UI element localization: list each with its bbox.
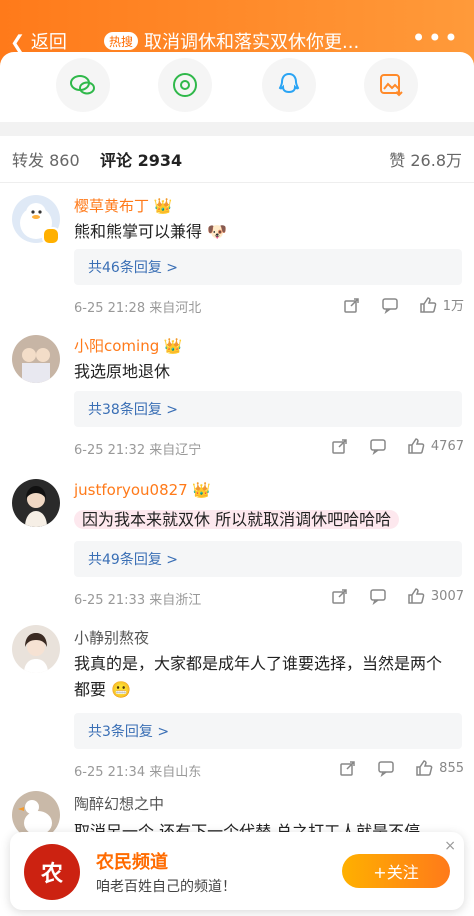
image-save-icon [380, 74, 403, 97]
share-icon [332, 439, 347, 454]
share-moments-button[interactable] [158, 58, 212, 112]
couple-photo-avatar-icon [22, 348, 50, 383]
like-count: 855 [439, 760, 464, 776]
avatar[interactable] [12, 479, 60, 527]
tab-repost[interactable]: 转发 860 [12, 147, 80, 171]
avatar[interactable] [12, 625, 60, 673]
share-icon [340, 761, 355, 776]
thumbs-up-icon [419, 296, 437, 313]
wechat-icon [70, 75, 95, 95]
comment-actions: 1万 [343, 295, 464, 314]
comment-author[interactable]: justforyou0827 👑 [74, 481, 212, 499]
reply-button[interactable] [377, 759, 395, 777]
thumbs-up-icon [408, 588, 425, 604]
comment-icon [370, 589, 386, 605]
author-name: 小静别熬夜 [74, 629, 150, 647]
comment-item: 小静别熬夜 我真的是，大家都是成年人了谁要选择，当然是两个都要 😬 共3条回复 … [0, 615, 474, 785]
replies-button[interactable]: 共46条回复 > [74, 249, 462, 285]
hot-badge: 热搜 [104, 32, 139, 50]
comment-actions: 4767 [331, 437, 464, 455]
comment-actions: 3007 [331, 587, 464, 605]
comment-author[interactable]: 陶醉幻想之中 [74, 793, 164, 814]
comment-item: justforyou0827 👑 因为我本来就双休 所以就取消调休吧哈哈哈 共4… [0, 469, 474, 615]
channel-promo-card[interactable]: 农 农民频道 咱老百姓自己的频道！ +关注 × [10, 832, 464, 910]
girl-photo-avatar-icon [24, 633, 48, 673]
comment-meta: 6-25 21:33 来自浙江 [74, 593, 202, 608]
replies-button[interactable]: 共38条回复 > [74, 391, 462, 427]
channel-logo: 农 [24, 844, 80, 900]
comment-meta: 6-25 21:28 来自河北 [74, 301, 202, 316]
share-button[interactable] [331, 437, 349, 455]
comment-item: 樱草黄布丁 👑 熊和熊掌可以兼得 🐶 共46条回复 > 6-25 21:28 来… [0, 183, 474, 323]
channel-name: 农民频道 [96, 852, 168, 873]
comment-author[interactable]: 樱草黄布丁 👑 [74, 195, 173, 216]
chevron-left-icon: ❮ [10, 32, 26, 53]
follow-button[interactable]: +关注 [342, 854, 450, 888]
reply-button[interactable] [369, 437, 387, 455]
hot-search-title[interactable]: 热搜 取消调休和落实双休你更... [104, 28, 359, 54]
reply-button[interactable] [381, 296, 399, 314]
share-icon [332, 589, 347, 604]
crown-icon: 👑 [192, 481, 212, 499]
replies-button[interactable]: 共49条回复 > [74, 541, 462, 577]
comment-text-content: 熊和熊掌可以兼得 [74, 222, 203, 241]
share-button[interactable] [331, 587, 349, 605]
close-icon[interactable]: × [444, 838, 456, 854]
doge-emoji-icon: 🐶 [207, 222, 228, 241]
channel-subtitle: 咱老百姓自己的频道！ [96, 879, 236, 895]
comment-actions: 855 [339, 759, 464, 777]
like-button[interactable]: 855 [415, 759, 464, 777]
like-button[interactable]: 3007 [407, 587, 464, 605]
share-button[interactable] [339, 759, 357, 777]
comment-meta: 6-25 21:32 来自辽宁 [74, 443, 202, 458]
share-wechat-button[interactable] [56, 58, 110, 112]
comment-icon [381, 297, 398, 314]
author-name: 小阳coming [74, 337, 160, 355]
share-save-image-button[interactable] [364, 58, 418, 112]
like-button[interactable]: 1万 [419, 295, 464, 314]
share-icon [343, 297, 359, 313]
tabs-bar: 转发 860 评论 2934 赞 26.8万 [0, 136, 474, 192]
share-panel [0, 52, 474, 122]
like-button[interactable]: 4767 [407, 437, 464, 455]
comments-list: 樱草黄布丁 👑 熊和熊掌可以兼得 🐶 共46条回复 > 6-25 21:28 来… [0, 183, 474, 916]
comment-text: 熊和熊掌可以兼得 🐶 [74, 219, 454, 245]
comment-text: 我真的是，大家都是成年人了谁要选择，当然是两个都要 😬 [74, 651, 454, 703]
woman-photo-avatar-icon [25, 486, 47, 527]
comment-author[interactable]: 小阳coming 👑 [74, 335, 183, 356]
comment-meta: 6-25 21:34 来自山东 [74, 765, 202, 780]
author-name: justforyou0827 [74, 481, 188, 499]
avatar[interactable] [12, 335, 60, 383]
like-count: 4767 [430, 438, 464, 454]
moments-icon [173, 73, 197, 97]
like-count: 3007 [430, 588, 464, 604]
tab-like[interactable]: 赞 26.8万 [389, 147, 462, 171]
comment-author[interactable]: 小静别熬夜 [74, 627, 149, 648]
topic-title: 取消调休和落实双休你更... [144, 32, 360, 53]
thumbs-up-icon [408, 438, 425, 454]
comment-icon [370, 439, 386, 455]
thumbs-up-icon [416, 760, 433, 776]
share-button[interactable] [343, 296, 361, 314]
back-label: 返回 [30, 32, 67, 53]
tab-comment[interactable]: 评论 2934 [100, 147, 245, 192]
comment-text: 我选原地退休 [74, 362, 171, 381]
comment-item: 小阳coming 👑 我选原地退休 共38条回复 > 6-25 21:32 来自… [0, 323, 474, 469]
comment-text: 因为我本来就双休 所以就取消调休吧哈哈哈 [74, 507, 454, 533]
more-button[interactable]: ••• [412, 24, 460, 52]
comment-text-content: 因为我本来就双休 所以就取消调休吧哈哈哈 [74, 510, 400, 529]
verified-badge-icon [42, 227, 60, 245]
author-name: 樱草黄布丁 [74, 197, 150, 215]
author-name: 陶醉幻想之中 [74, 795, 165, 813]
crown-icon: 👑 [153, 196, 173, 215]
reply-button[interactable] [369, 587, 387, 605]
like-count: 1万 [442, 299, 464, 314]
replies-button[interactable]: 共3条回复 > [74, 713, 462, 749]
crown-icon: 👑 [163, 336, 183, 355]
qq-icon [278, 72, 300, 94]
grimace-emoji-icon: 😬 [111, 680, 132, 699]
back-button[interactable]: ❮ 返回 [10, 28, 67, 54]
comment-icon [378, 761, 394, 777]
share-qq-button[interactable] [262, 58, 316, 112]
